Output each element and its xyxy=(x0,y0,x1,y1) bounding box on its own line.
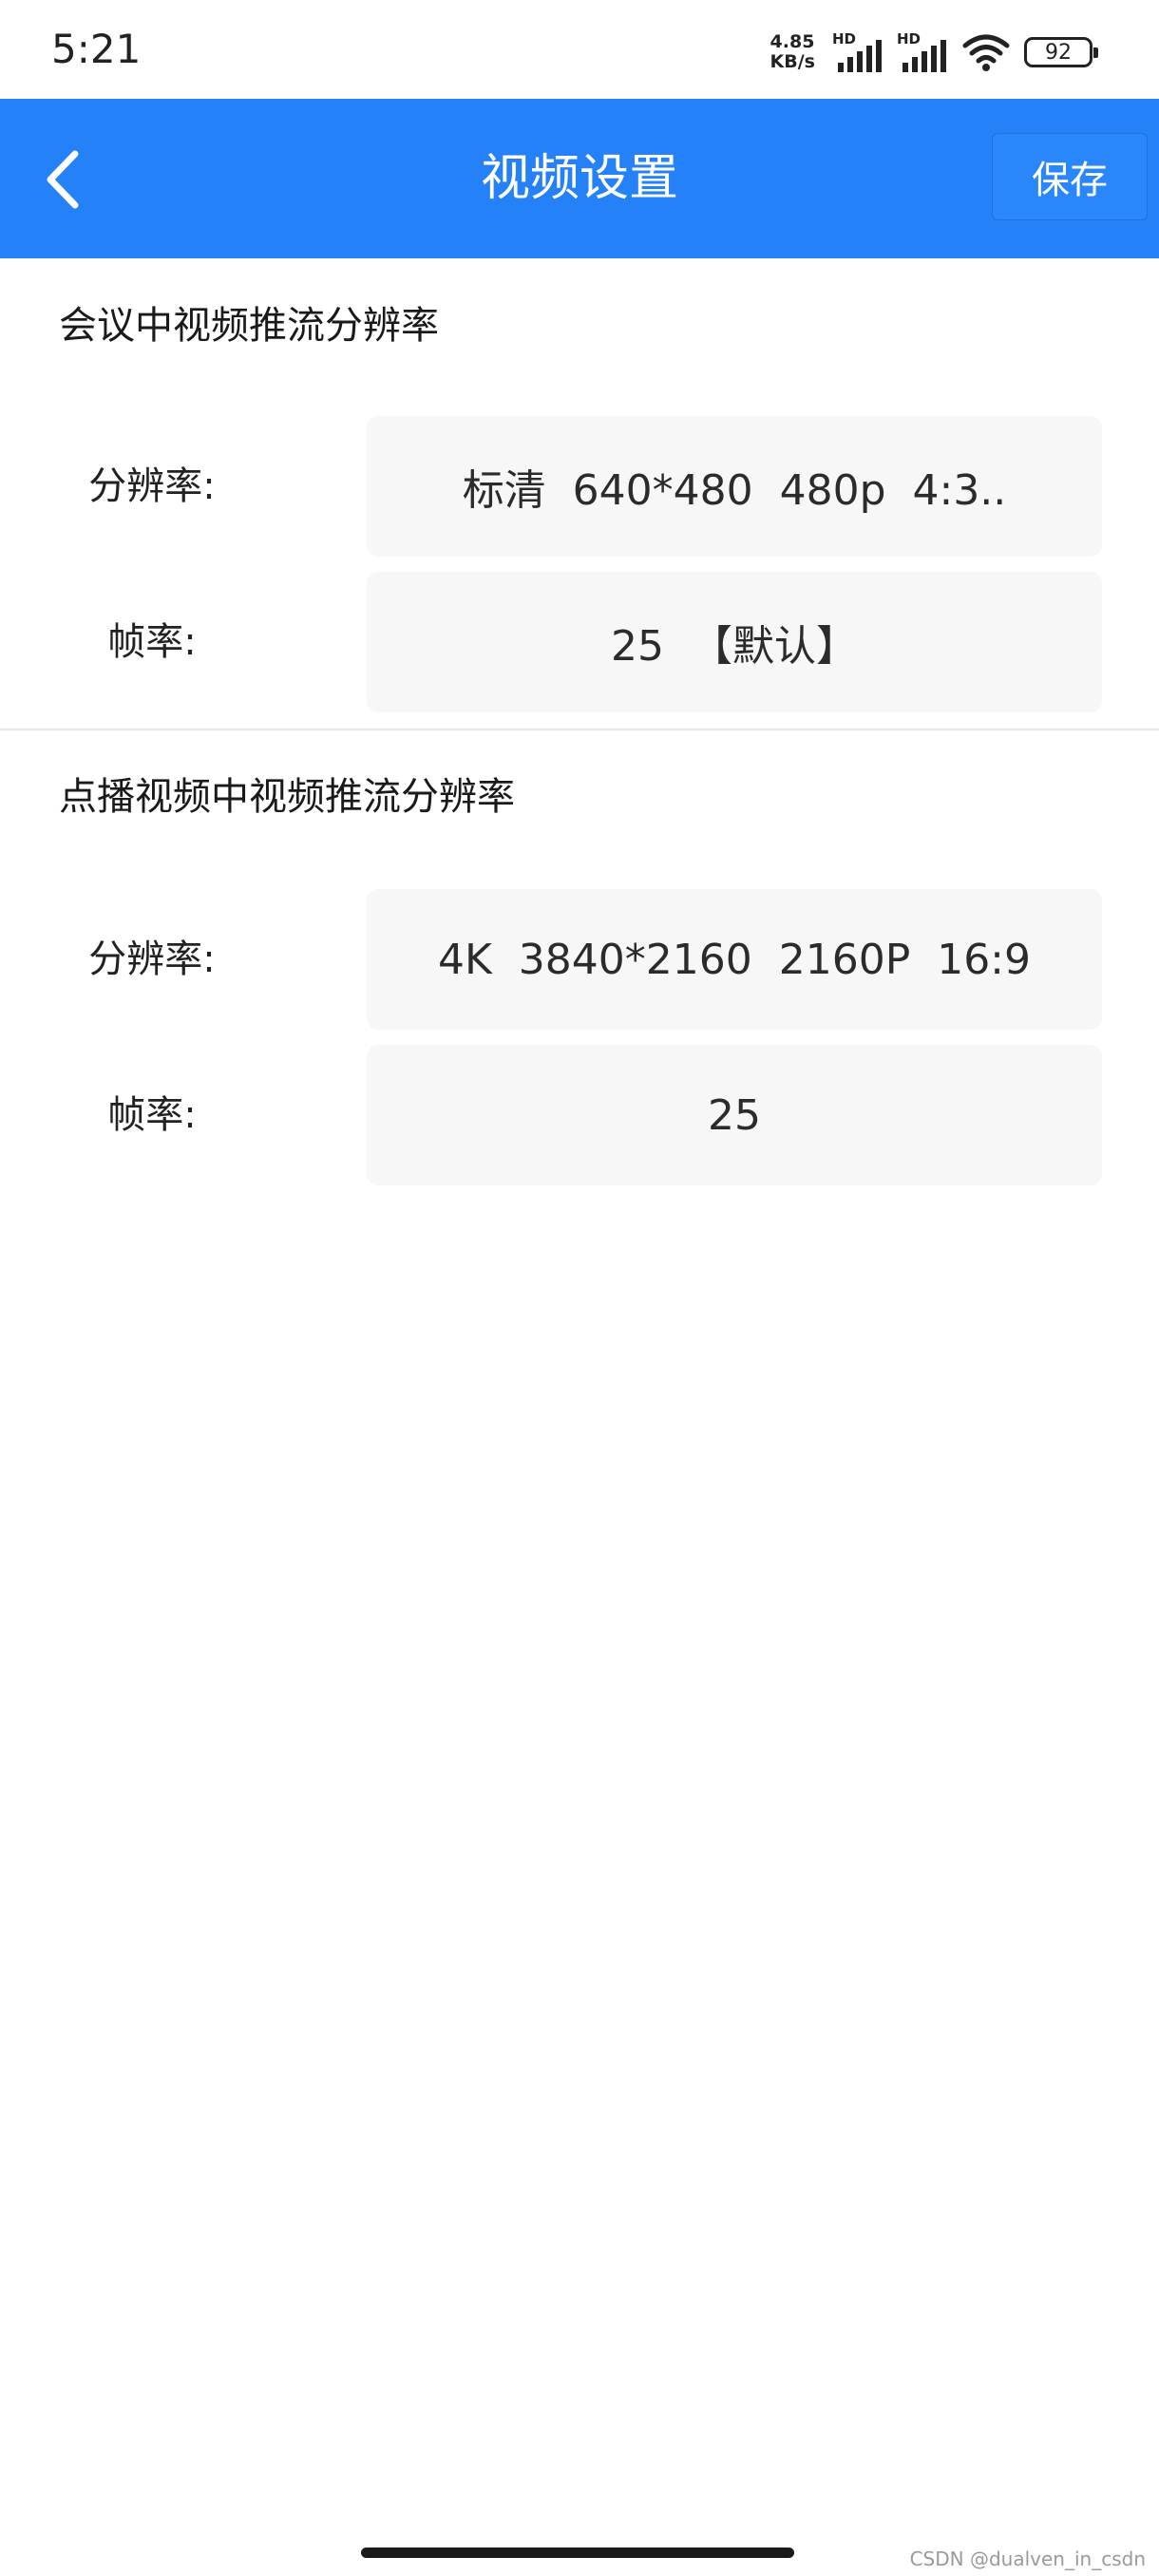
meeting-resolution-select[interactable]: 标清 640*480 480p 4:3.. xyxy=(367,416,1102,557)
wifi-icon xyxy=(962,34,1010,71)
vod-framerate-select[interactable]: 25 xyxy=(367,1045,1102,1185)
battery-level: 92 xyxy=(1045,40,1072,65)
page-title: 视频设置 xyxy=(480,150,678,207)
network-speed-value: 4.85 xyxy=(770,31,815,52)
vod-section-title: 点播视频中视频推流分辨率 xyxy=(59,775,515,819)
network-speed-unit: KB/s xyxy=(770,51,815,72)
signal-hd-badge: HD xyxy=(897,30,922,47)
nav-bar: 视频设置 保存 xyxy=(0,99,1159,258)
home-indicator[interactable] xyxy=(361,2548,794,2558)
meeting-resolution-label: 分辨率: xyxy=(88,464,216,508)
watermark: CSDN @dualven_in_csdn xyxy=(909,2548,1146,2570)
meeting-video-section: 会议中视频推流分辨率 分辨率: 标清 640*480 480p 4:3.. 帧率… xyxy=(0,258,1159,728)
signal-icon: HD xyxy=(832,30,884,74)
vod-framerate-label: 帧率: xyxy=(107,1093,197,1137)
vod-video-section: 点播视频中视频推流分辨率 分辨率: 4K 3840*2160 2160P 16:… xyxy=(0,731,1159,1201)
battery-icon: 92 xyxy=(1024,37,1098,67)
signal-icon: HD xyxy=(897,30,948,74)
vod-resolution-select[interactable]: 4K 3840*2160 2160P 16:9 xyxy=(367,889,1102,1030)
status-bar: 5:21 4.85 KB/s HD HD 92 xyxy=(0,0,1159,99)
back-button[interactable] xyxy=(28,137,95,222)
network-speed: 4.85 KB/s xyxy=(770,32,815,72)
section-divider xyxy=(0,729,1159,730)
chevron-left-icon xyxy=(47,150,79,209)
meeting-section-title: 会议中视频推流分辨率 xyxy=(59,304,439,348)
meeting-framerate-select[interactable]: 25 【默认】 xyxy=(367,572,1102,712)
save-button[interactable]: 保存 xyxy=(992,133,1148,220)
vod-resolution-label: 分辨率: xyxy=(88,938,216,981)
status-icons: 4.85 KB/s HD HD 92 xyxy=(770,28,1098,76)
signal-hd-badge: HD xyxy=(832,30,857,47)
status-time: 5:21 xyxy=(51,26,142,72)
meeting-framerate-label: 帧率: xyxy=(107,620,197,664)
